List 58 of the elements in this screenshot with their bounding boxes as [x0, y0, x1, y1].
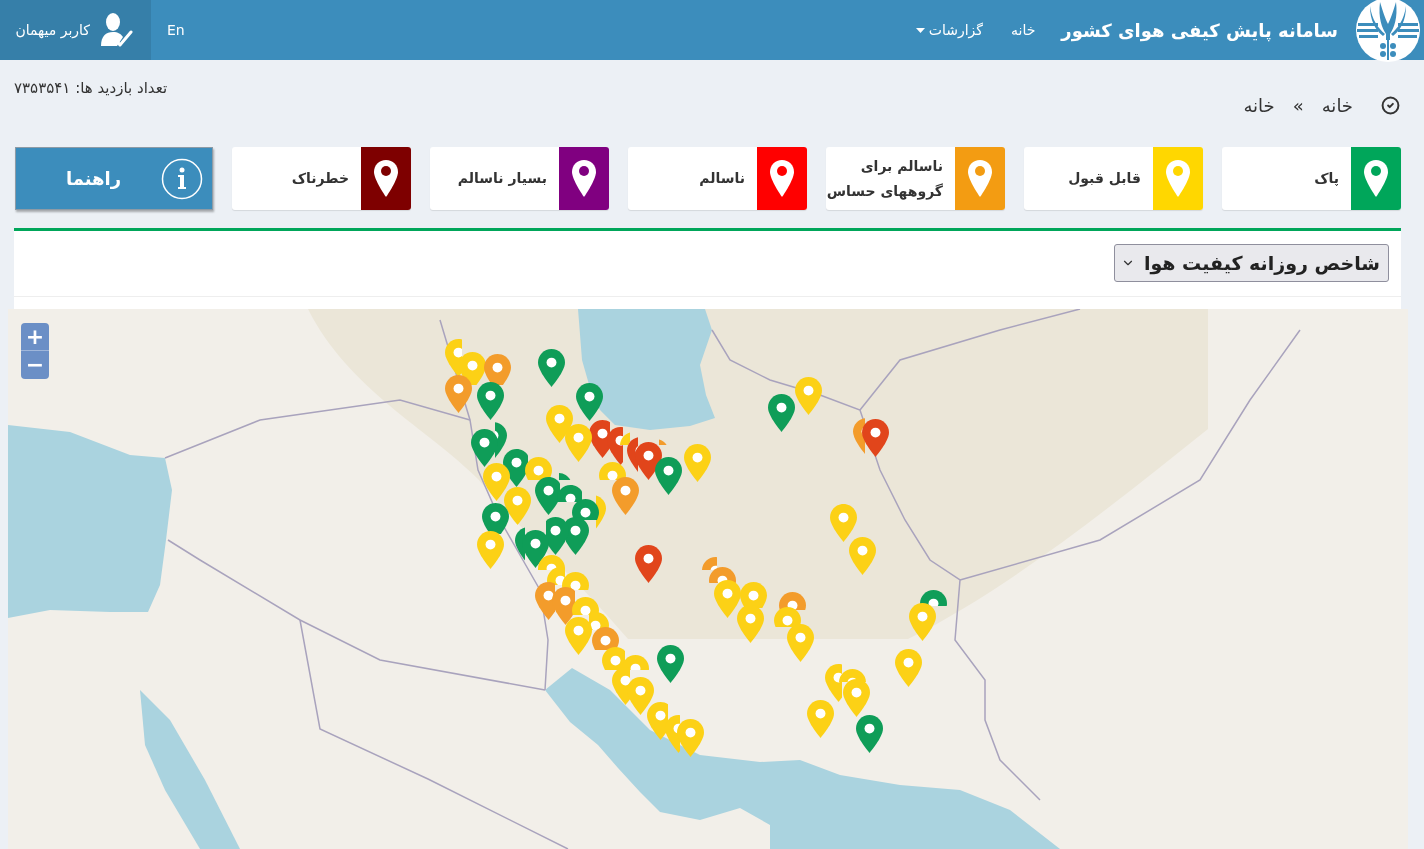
map-pin-icon[interactable] [713, 579, 741, 618]
map-pin-icon[interactable] [444, 374, 472, 413]
map-pin-icon[interactable] [598, 461, 626, 480]
map-pin-icon[interactable] [855, 714, 883, 753]
map-pin-icon[interactable] [606, 426, 623, 465]
map-pin-icon[interactable] [654, 456, 682, 495]
caret-icon [915, 27, 925, 33]
map-pin-icon[interactable] [656, 644, 684, 683]
map-pin-icon[interactable] [634, 544, 662, 583]
map-pin-icon[interactable] [919, 589, 947, 606]
map-pin-icon[interactable] [481, 502, 509, 534]
breadcrumb-separator: » [1292, 94, 1304, 118]
map-pin-icon[interactable] [458, 351, 486, 385]
map-pin-icon[interactable] [565, 516, 589, 555]
legend-label: بسیار ناسالم [457, 169, 547, 188]
map-pin-icon[interactable] [571, 596, 599, 615]
map-pin-icon[interactable] [476, 530, 504, 569]
breadcrumb-link[interactable]: خانه [1321, 92, 1353, 119]
map-pin-icon[interactable] [575, 382, 603, 421]
legend-label: ناسالم برای گروههای حساس [826, 156, 943, 202]
info-icon [161, 157, 203, 200]
map-pin-icon[interactable] [773, 606, 801, 627]
visit-count: تعداد بازدید ها: ۷۳۵۳۵۴۱ [14, 78, 168, 99]
map-pin-icon[interactable] [545, 516, 569, 555]
legend-label: ناسالم [699, 169, 745, 188]
map-pin-icon[interactable] [551, 586, 575, 625]
index-select[interactable]: شاخص روزانه کیفیت هوا [1114, 244, 1389, 282]
map-pin-icon[interactable] [767, 393, 795, 432]
zoom-out-button[interactable]: − [21, 351, 49, 379]
reports-menu[interactable]: گزارشات [901, 19, 997, 41]
map-pin-icon[interactable] [591, 626, 619, 650]
map-pin-icon[interactable] [571, 498, 599, 520]
legend-label: خطرناک [291, 169, 349, 189]
legend-label: قابل قبول [1068, 169, 1141, 189]
map-pin-icon[interactable] [537, 348, 565, 387]
breadcrumb-current: خانه [1243, 94, 1275, 118]
user-check-icon [100, 12, 133, 48]
map-pin-icon[interactable] [561, 571, 589, 590]
site-title: سامانه پایش کیفی هوای کشور [1061, 18, 1338, 44]
language-link[interactable]: En [151, 19, 201, 41]
map-pin-icon[interactable] [482, 462, 510, 501]
map-pin-icon[interactable] [611, 476, 639, 515]
guide-button[interactable]: راهنما [15, 147, 213, 210]
map-pin-icon[interactable] [476, 381, 504, 420]
map-pin-icon[interactable] [524, 456, 552, 480]
map-pin-icon[interactable] [601, 646, 625, 670]
nav-link[interactable]: خانه [997, 19, 1050, 41]
legend-label: پاک [1314, 169, 1339, 188]
map-pin-icon[interactable] [483, 353, 511, 385]
map-pin-icon[interactable] [861, 418, 889, 457]
zoom-in-button[interactable]: + [21, 323, 49, 351]
map-pin-icon[interactable] [778, 591, 806, 610]
map-pin-icon[interactable] [537, 554, 565, 570]
map-pin-icon[interactable] [701, 556, 717, 570]
map-pin-icon[interactable] [619, 431, 630, 445]
check-circle-icon [1381, 96, 1400, 115]
map-pin-icon[interactable] [556, 484, 582, 502]
user-menu[interactable]: کاربر میهمان [0, 0, 151, 60]
